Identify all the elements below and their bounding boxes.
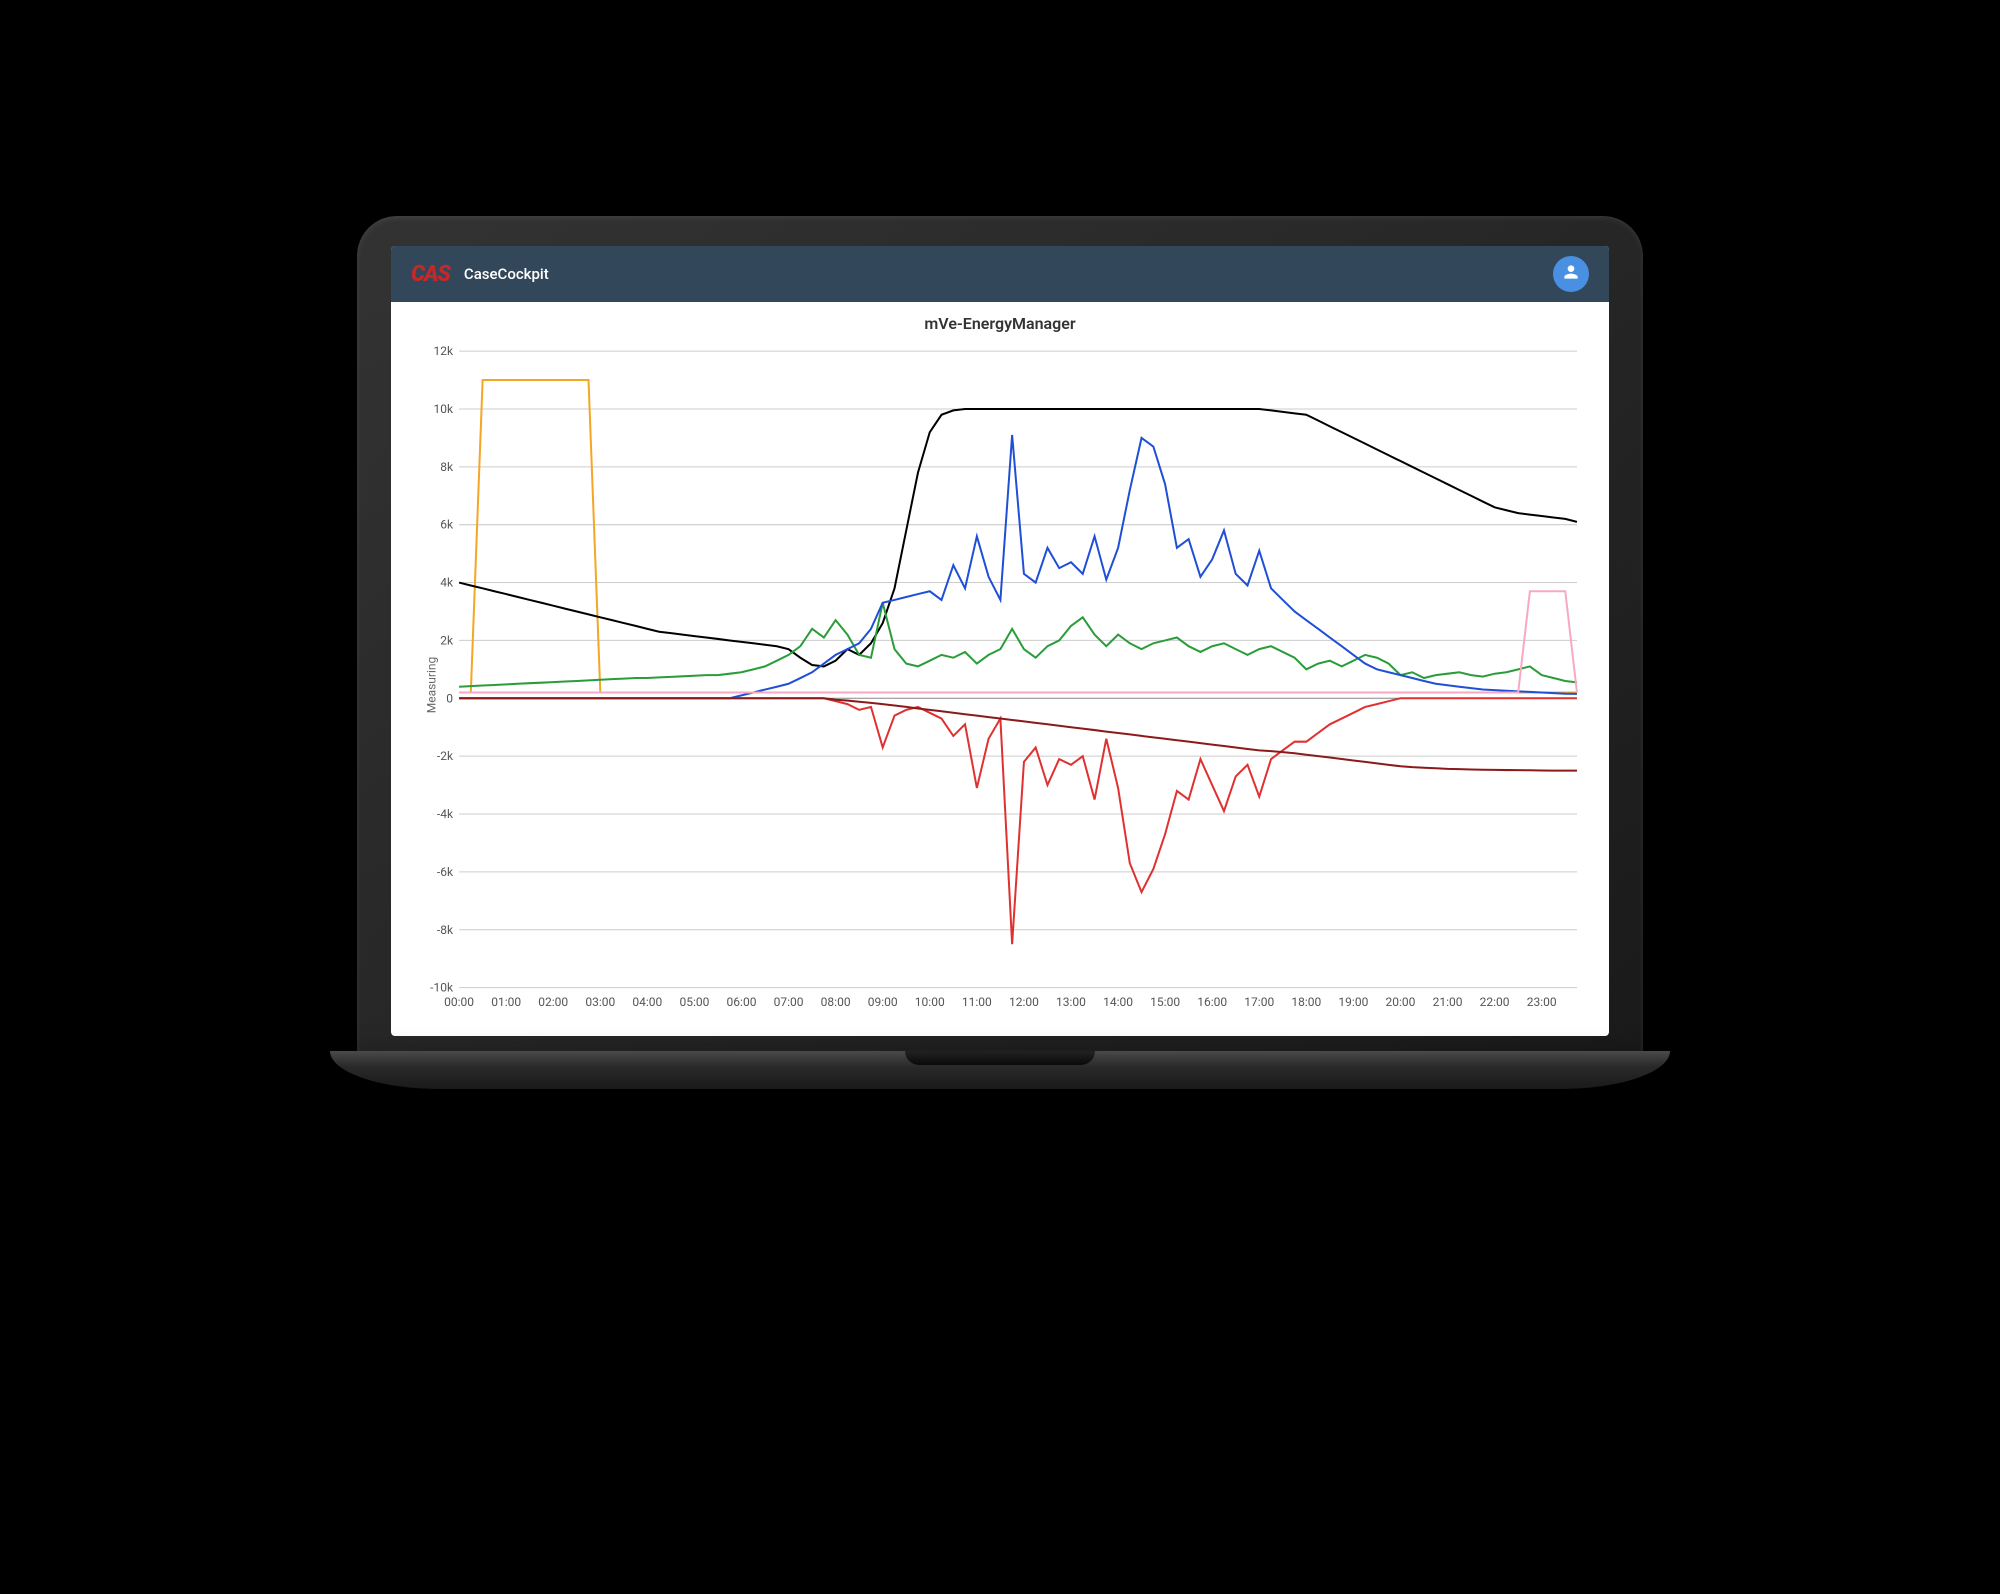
chart-container: mVe-EnergyManager Measuring -10k -8k -6k -4… — [391, 302, 1609, 1036]
user-avatar-button[interactable] — [1553, 256, 1589, 292]
svg-text:-8k: -8k — [437, 923, 454, 937]
svg-text:-10k: -10k — [430, 981, 454, 995]
svg-text:10k: 10k — [433, 402, 453, 416]
svg-text:15:00: 15:00 — [1150, 995, 1180, 1009]
chart-title: mVe-EnergyManager — [409, 314, 1591, 333]
series-black — [459, 409, 1577, 666]
svg-text:08:00: 08:00 — [821, 995, 851, 1009]
svg-text:18:00: 18:00 — [1291, 995, 1321, 1009]
app-header: CAS CaseCockpit — [391, 246, 1609, 302]
svg-text:20:00: 20:00 — [1386, 995, 1416, 1009]
svg-text:03:00: 03:00 — [585, 995, 615, 1009]
series-green — [459, 603, 1577, 687]
app-name: CaseCockpit — [464, 265, 549, 283]
logo: CAS — [411, 262, 450, 287]
svg-text:04:00: 04:00 — [632, 995, 662, 1009]
svg-text:06:00: 06:00 — [727, 995, 757, 1009]
screen: CAS CaseCockpit mVe-EnergyManager Measur… — [391, 246, 1609, 1036]
svg-text:-6k: -6k — [437, 865, 454, 879]
series-darkred — [459, 698, 1577, 770]
svg-text:09:00: 09:00 — [868, 995, 898, 1009]
series-blue — [459, 435, 1577, 698]
chart-svg: -10k -8k -6k -4k -2k 0 2k 4k 6k 8k 10k 12k 00:00 01:0… — [409, 341, 1591, 1028]
svg-text:-4k: -4k — [437, 807, 454, 821]
series-red — [459, 698, 1577, 944]
laptop-bezel: CAS CaseCockpit mVe-EnergyManager Measur… — [357, 216, 1643, 1051]
svg-text:10:00: 10:00 — [915, 995, 945, 1009]
laptop-frame: CAS CaseCockpit mVe-EnergyManager Measur… — [330, 216, 1670, 1166]
svg-text:13:00: 13:00 — [1056, 995, 1086, 1009]
svg-text:02:00: 02:00 — [538, 995, 568, 1009]
chart-area[interactable]: Measuring -10k -8k -6k -4k -2k 0 2k 4k 6k 8k 10k 12… — [409, 341, 1591, 1028]
svg-text:0: 0 — [446, 691, 453, 705]
svg-text:01:00: 01:00 — [491, 995, 521, 1009]
laptop-notch — [905, 1051, 1095, 1065]
svg-text:2k: 2k — [440, 633, 454, 647]
svg-text:19:00: 19:00 — [1338, 995, 1368, 1009]
svg-text:4k: 4k — [440, 576, 454, 590]
laptop-base — [330, 1051, 1670, 1089]
svg-text:12:00: 12:00 — [1009, 995, 1039, 1009]
svg-text:22:00: 22:00 — [1480, 995, 1510, 1009]
svg-text:12k: 12k — [433, 344, 453, 358]
svg-text:11:00: 11:00 — [962, 995, 992, 1009]
svg-text:05:00: 05:00 — [679, 995, 709, 1009]
svg-text:-2k: -2k — [437, 749, 454, 763]
svg-text:6k: 6k — [440, 518, 454, 532]
svg-text:23:00: 23:00 — [1527, 995, 1557, 1009]
svg-text:07:00: 07:00 — [774, 995, 804, 1009]
svg-text:17:00: 17:00 — [1244, 995, 1274, 1009]
user-icon — [1561, 262, 1581, 286]
series-orange — [459, 380, 1577, 692]
svg-text:14:00: 14:00 — [1103, 995, 1133, 1009]
svg-text:00:00: 00:00 — [444, 995, 474, 1009]
y-axis-label: Measuring — [424, 656, 438, 713]
svg-text:8k: 8k — [440, 460, 454, 474]
svg-text:16:00: 16:00 — [1197, 995, 1227, 1009]
svg-text:21:00: 21:00 — [1433, 995, 1463, 1009]
